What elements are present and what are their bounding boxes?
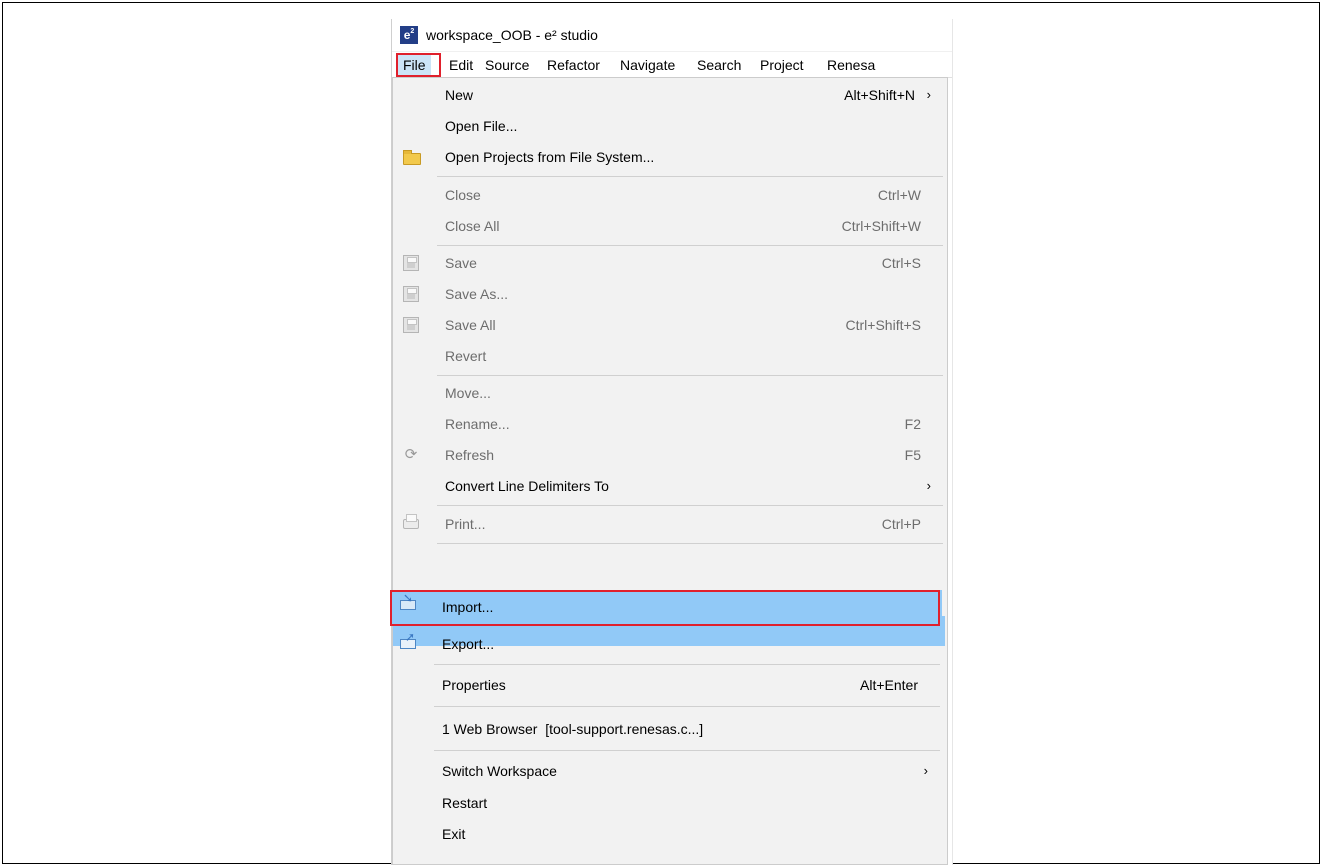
shortcut-label: Ctrl+P <box>881 516 921 532</box>
menu-item-new[interactable]: New Alt+Shift+N › <box>393 80 945 110</box>
menu-separator <box>437 176 943 177</box>
menu-item-export[interactable]: Export... <box>390 629 942 659</box>
menu-item-label: Convert Line Delimiters To <box>445 478 609 494</box>
menu-item-label: Import... <box>442 599 494 615</box>
menu-project[interactable]: Project <box>755 53 809 77</box>
print-icon <box>403 514 419 529</box>
menu-item-refresh[interactable]: ⟳ Refresh F5 <box>393 440 945 470</box>
menu-item-label: New <box>445 87 474 103</box>
menu-item-open-projects[interactable]: Open Projects from File System... <box>393 142 945 172</box>
menu-item-save-all[interactable]: Save All Ctrl+Shift+S <box>393 310 945 340</box>
menu-separator <box>434 664 940 665</box>
menu-item-label: Properties <box>442 677 506 693</box>
shortcut-label: Ctrl+Shift+W <box>841 218 921 234</box>
refresh-icon: ⟳ <box>404 446 418 463</box>
window-title: workspace_OOB - e² studio <box>426 27 598 43</box>
title-bar: e2 workspace_OOB - e² studio <box>392 19 952 52</box>
shortcut-label: Alt+Shift+N <box>844 87 915 103</box>
menu-search[interactable]: Search <box>692 53 746 77</box>
menu-item-label: Refresh <box>445 447 495 463</box>
menu-item-label: Close <box>445 187 481 203</box>
shortcut-label: Alt+Enter <box>860 677 918 693</box>
menu-item-switch-workspace[interactable]: Switch Workspace › <box>390 756 942 786</box>
save-icon <box>403 255 419 271</box>
menu-navigate[interactable]: Navigate <box>615 53 680 77</box>
menu-item-save-as[interactable]: Save As... <box>393 279 945 309</box>
menu-item-label: Print... <box>445 516 486 532</box>
menu-refactor[interactable]: Refactor <box>542 53 605 77</box>
menu-separator <box>437 543 943 544</box>
menu-item-label: Save As... <box>445 286 509 302</box>
menu-item-convert-line-delimiters[interactable]: Convert Line Delimiters To › <box>393 471 945 501</box>
menu-item-revert[interactable]: Revert <box>393 341 945 371</box>
menu-item-move[interactable]: Move... <box>393 378 945 408</box>
menu-item-label: Export... <box>442 636 495 652</box>
submenu-arrow-icon: › <box>926 478 931 493</box>
menu-item-label: Restart <box>442 795 488 811</box>
menu-item-close-all[interactable]: Close All Ctrl+Shift+W <box>393 211 945 241</box>
menu-item-label: Revert <box>445 348 487 364</box>
app-logo-icon: e2 <box>400 26 418 44</box>
menu-edit[interactable]: Edit <box>444 53 478 77</box>
menu-item-save[interactable]: Save Ctrl+S <box>393 248 945 278</box>
menu-item-label: Move... <box>445 385 491 401</box>
menu-file[interactable]: File <box>398 53 431 77</box>
shortcut-label: F5 <box>904 447 921 463</box>
menu-separator <box>434 706 940 707</box>
menu-item-rename[interactable]: Rename... F2 <box>393 409 945 439</box>
menu-separator <box>437 505 943 506</box>
menu-separator <box>434 750 940 751</box>
menu-item-label: Exit <box>442 826 466 842</box>
menu-item-label: Rename... <box>445 416 510 432</box>
menu-item-label: Close All <box>445 218 500 234</box>
shortcut-label: Ctrl+S <box>881 255 921 271</box>
save-as-icon <box>403 286 419 302</box>
menu-item-restart[interactable]: Restart <box>390 788 942 818</box>
menu-item-label: Save All <box>445 317 496 333</box>
menu-item-close[interactable]: Close Ctrl+W <box>393 180 945 210</box>
folder-icon <box>403 150 421 165</box>
menu-item-recent-web-browser[interactable]: 1 Web Browser [tool-support.renesas.c...… <box>390 714 942 744</box>
menu-item-open-file[interactable]: Open File... <box>393 111 945 141</box>
submenu-arrow-icon: › <box>923 763 928 778</box>
menu-item-print[interactable]: Print... Ctrl+P <box>393 509 945 539</box>
import-icon <box>400 592 416 610</box>
menu-item-label: Save <box>445 255 477 271</box>
submenu-arrow-icon: › <box>926 87 931 102</box>
menu-item-label: 1 Web Browser [tool-support.renesas.c...… <box>442 721 704 737</box>
menu-item-label: Open Projects from File System... <box>445 149 655 165</box>
menu-separator <box>437 245 943 246</box>
menu-item-label: Open File... <box>445 118 518 134</box>
menu-item-exit[interactable]: Exit <box>390 819 942 849</box>
shortcut-label: F2 <box>904 416 921 432</box>
menu-item-import-highlight[interactable]: Import... <box>390 590 942 624</box>
menu-renesas[interactable]: Renesa <box>822 53 880 77</box>
shortcut-label: Ctrl+W <box>877 187 921 203</box>
menu-bar: File Edit Source Refactor Navigate Searc… <box>392 53 952 78</box>
save-all-icon <box>403 317 419 333</box>
menu-source[interactable]: Source <box>480 53 534 77</box>
shortcut-label: Ctrl+Shift+S <box>845 317 921 333</box>
menu-item-properties[interactable]: Properties Alt+Enter <box>390 670 942 700</box>
file-menu-dropdown: New Alt+Shift+N › Open File... Open Proj… <box>392 77 948 865</box>
export-icon <box>400 631 416 649</box>
menu-item-label: Switch Workspace <box>442 763 557 779</box>
menu-separator <box>437 375 943 376</box>
